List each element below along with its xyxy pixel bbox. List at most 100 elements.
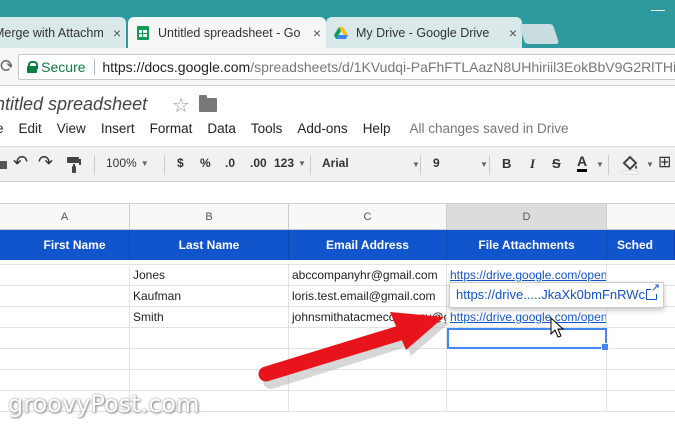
table-cell[interactable]	[130, 349, 289, 370]
menu-format[interactable]: Format	[150, 121, 193, 139]
menu-tools[interactable]: Tools	[251, 121, 283, 139]
divider	[489, 155, 490, 175]
zoom-value: 100%	[106, 156, 137, 170]
secure-label: Secure	[41, 59, 86, 75]
table-cell[interactable]: Jones	[130, 265, 289, 286]
strikethrough-button[interactable]: S	[552, 156, 561, 171]
column-header-c[interactable]: C	[289, 204, 447, 230]
minimize-button[interactable]: —	[641, 0, 675, 20]
star-icon[interactable]: ☆	[172, 93, 190, 118]
table-cell[interactable]	[607, 328, 675, 349]
menu-insert[interactable]: Insert	[101, 121, 135, 139]
table-cell[interactable]	[447, 391, 607, 412]
table-cell[interactable]	[0, 286, 130, 307]
chevron-down-icon: ▼	[140, 159, 149, 169]
table-cell[interactable]	[289, 328, 447, 349]
chevron-down-icon: ▼	[596, 160, 604, 169]
table-cell[interactable]	[0, 370, 130, 391]
currency-format-button[interactable]: $	[177, 156, 184, 170]
table-cell[interactable]	[0, 265, 130, 286]
table-cell[interactable]: Smith	[130, 307, 289, 328]
text-color-button[interactable]: A	[577, 153, 588, 172]
menu-bar: e Edit View Insert Format Data Tools Add…	[0, 121, 569, 139]
link-preview-url[interactable]: https://drive.....JkaXk0bmFnRWc	[456, 287, 645, 302]
table-cell[interactable]	[0, 349, 130, 370]
divider	[608, 155, 609, 175]
table-cell[interactable]	[607, 391, 675, 412]
header-cell-email-address[interactable]: Email Address	[289, 230, 447, 260]
redo-icon[interactable]: ↷	[38, 152, 53, 173]
table-cell[interactable]	[289, 349, 447, 370]
borders-icon[interactable]: ⊞	[658, 152, 671, 172]
open-external-icon[interactable]	[646, 283, 660, 300]
folder-icon[interactable]	[199, 95, 217, 112]
zoom-select[interactable]: 100% ▼	[106, 156, 149, 170]
new-tab-button[interactable]	[518, 24, 560, 44]
undo-icon[interactable]: ↶	[13, 152, 28, 173]
percent-format-button[interactable]: %	[200, 156, 211, 170]
number-format-label: 123	[274, 156, 295, 170]
divider	[94, 155, 95, 175]
header-cell-first-name[interactable]: First Name	[0, 230, 130, 260]
tab-untitled-spreadsheet[interactable]: Untitled spreadsheet - Go ×	[128, 17, 326, 48]
close-icon[interactable]: ×	[108, 25, 126, 41]
formula-bar[interactable]	[0, 182, 675, 204]
table-cell[interactable]	[289, 391, 447, 412]
paint-format-icon[interactable]	[66, 156, 82, 174]
reload-icon[interactable]: ⟳	[0, 56, 12, 77]
increase-decimal-button[interactable]: .00	[250, 156, 267, 170]
menu-data[interactable]: Data	[207, 121, 236, 139]
tab-my-drive[interactable]: My Drive - Google Drive ×	[326, 17, 522, 48]
divider	[93, 59, 95, 75]
header-cell-file-attachments[interactable]: File Attachments	[447, 230, 607, 260]
font-family-select[interactable]: Arial	[322, 156, 349, 170]
table-cell[interactable]	[130, 370, 289, 391]
bold-button[interactable]: B	[502, 156, 511, 171]
table-cell[interactable]: loris.test.email@gmail.com	[289, 286, 447, 307]
table-cell[interactable]: johnsmithatacmecompany@g	[289, 307, 447, 328]
column-header-d[interactable]: D	[447, 204, 607, 230]
table-cell[interactable]	[0, 307, 130, 328]
menu-help[interactable]: Help	[363, 121, 391, 139]
column-header-a[interactable]: A	[0, 204, 130, 230]
menu-add-ons[interactable]: Add-ons	[297, 121, 347, 139]
divider	[420, 155, 421, 175]
url-input[interactable]: Secure https://docs.google.com /spreadsh…	[18, 54, 675, 80]
table-cell[interactable]	[289, 370, 447, 391]
address-bar-area: ⟳ Secure https://docs.google.com /spread…	[0, 48, 675, 86]
table-cell[interactable]	[607, 307, 675, 328]
italic-button[interactable]: I	[530, 156, 535, 172]
document-title[interactable]: ntitled spreadsheet	[0, 94, 147, 115]
google-drive-icon	[334, 26, 348, 39]
table-cell[interactable]	[447, 349, 607, 370]
menu-view[interactable]: View	[57, 121, 86, 139]
table-cell[interactable]	[0, 328, 130, 349]
table-cell[interactable]	[607, 370, 675, 391]
table-cell[interactable]	[447, 370, 607, 391]
close-icon[interactable]: ×	[308, 25, 326, 41]
header-cell-schedule[interactable]: Sched	[607, 230, 675, 260]
font-size-select[interactable]: 9	[433, 156, 440, 170]
column-header-b[interactable]: B	[130, 204, 289, 230]
number-format-select[interactable]: 123 ▼	[274, 156, 306, 170]
table-cell[interactable]: Kaufman	[130, 286, 289, 307]
table-cell[interactable]: abccompanyhr@gmail.com	[289, 265, 447, 286]
table-cell[interactable]	[607, 349, 675, 370]
chevron-down-icon: ▼	[480, 160, 488, 169]
divider	[310, 155, 311, 175]
table-cell[interactable]	[130, 328, 289, 349]
menu-file[interactable]: e	[0, 121, 4, 139]
tab-merge-with-attachments[interactable]: Merge with Attachm ×	[0, 17, 126, 48]
table-cell-link[interactable]: https://drive.google.com/open	[447, 307, 607, 328]
print-icon[interactable]	[0, 158, 7, 172]
url-host: https://docs.google.com	[102, 59, 251, 75]
column-header-e[interactable]	[607, 204, 675, 230]
fill-color-icon[interactable]	[620, 155, 640, 175]
link-preview-popup[interactable]: https://drive.....JkaXk0bmFnRWc	[449, 282, 664, 308]
decrease-decimal-button[interactable]: .0	[225, 156, 235, 170]
menu-edit[interactable]: Edit	[19, 121, 42, 139]
header-cell-last-name[interactable]: Last Name	[130, 230, 289, 260]
groovypost-watermark: groovyPost.com	[8, 390, 200, 418]
active-cell-selection[interactable]	[447, 328, 609, 351]
tab-title: Merge with Attachm	[0, 25, 104, 40]
